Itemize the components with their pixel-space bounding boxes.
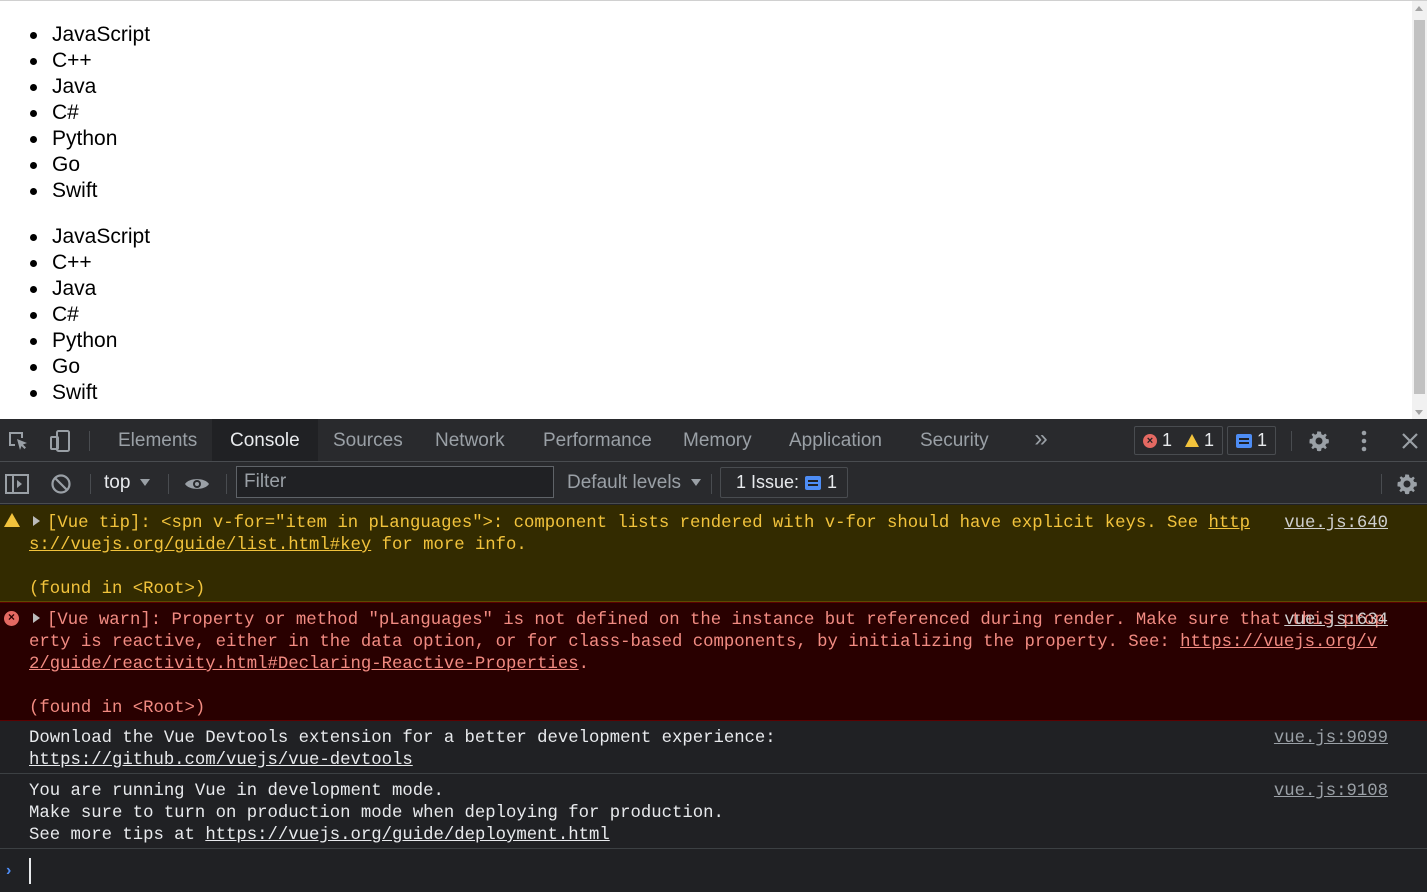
expand-triangle-icon[interactable] bbox=[33, 516, 40, 526]
list-item: Swift bbox=[30, 380, 150, 406]
toolbar-divider bbox=[711, 474, 712, 494]
toolbar-divider bbox=[168, 474, 169, 494]
tab-application[interactable]: Application bbox=[771, 419, 900, 461]
warning-icon bbox=[1185, 434, 1200, 447]
message-link[interactable]: https://github.com/vuejs/vue-devtools bbox=[29, 751, 413, 770]
tab-memory[interactable]: Memory bbox=[665, 419, 770, 461]
list-item: Go bbox=[30, 354, 150, 380]
error-warning-counter[interactable]: × 1 1 bbox=[1134, 426, 1224, 455]
toolbar-divider bbox=[89, 431, 90, 451]
list-item: C# bbox=[30, 302, 150, 328]
found-in-text: (found in <Root>) bbox=[29, 699, 206, 718]
list-item: C# bbox=[30, 100, 150, 126]
source-link[interactable]: vue.js:9108 bbox=[1274, 781, 1388, 803]
console-message-error[interactable]: × [Vue warn]: Property or method "pLangu… bbox=[0, 602, 1427, 721]
list-item: Swift bbox=[30, 178, 150, 204]
message-icon bbox=[1236, 433, 1252, 448]
issues-count: 1 bbox=[827, 472, 838, 492]
message-count: 1 bbox=[1257, 430, 1268, 450]
message-text: Download the Vue Devtools extension for … bbox=[29, 729, 776, 770]
issues-label: 1 Issue: bbox=[736, 472, 800, 492]
language-list-1: JavaScript C++ Java C# Python Go Swift bbox=[30, 22, 150, 204]
console-message-warning[interactable]: [Vue tip]: <spn v-for="item in pLanguage… bbox=[0, 505, 1427, 602]
console-message-info[interactable]: You are running Vue in development mode.… bbox=[0, 774, 1427, 849]
list-item: Python bbox=[30, 328, 150, 354]
log-levels-label: Default levels bbox=[567, 472, 682, 493]
error-icon: × bbox=[4, 611, 19, 626]
close-icon[interactable] bbox=[1393, 419, 1427, 462]
list-item: C++ bbox=[30, 48, 150, 74]
live-expression-eye-icon[interactable] bbox=[180, 462, 214, 505]
console-prompt[interactable]: › bbox=[0, 850, 1427, 892]
list-item: Java bbox=[30, 74, 150, 100]
clear-console-icon[interactable] bbox=[44, 462, 78, 505]
messages-counter[interactable]: 1 bbox=[1227, 426, 1277, 455]
devtools-panel: Elements Console Sources Network Perform… bbox=[0, 419, 1427, 892]
chevron-down-icon bbox=[140, 479, 151, 487]
message-text: [Vue tip]: <spn v-for="item in pLanguage… bbox=[29, 514, 1250, 555]
toolbar-divider bbox=[1381, 474, 1382, 494]
message-link[interactable]: https://vuejs.org/guide/deployment.html bbox=[205, 826, 609, 845]
console-message-info[interactable]: Download the Vue Devtools extension for … bbox=[0, 721, 1427, 774]
tab-elements[interactable]: Elements bbox=[100, 419, 215, 461]
context-selector[interactable]: top bbox=[104, 462, 151, 504]
sidebar-toggle-icon[interactable] bbox=[0, 462, 34, 505]
toolbar-divider bbox=[1291, 431, 1292, 451]
page-viewport: JavaScript C++ Java C# Python Go Swift J… bbox=[0, 0, 1427, 419]
prompt-chevron-icon: › bbox=[6, 862, 12, 879]
warning-icon bbox=[4, 513, 20, 527]
tab-network[interactable]: Network bbox=[417, 419, 523, 461]
list-item: Go bbox=[30, 152, 150, 178]
devtools-tab-bar: Elements Console Sources Network Perform… bbox=[0, 419, 1427, 462]
tab-sources[interactable]: Sources bbox=[315, 419, 421, 461]
more-options-icon[interactable] bbox=[1347, 419, 1381, 462]
device-toolbar-icon[interactable] bbox=[43, 419, 77, 462]
toolbar-divider bbox=[90, 474, 91, 494]
list-item: Python bbox=[30, 126, 150, 152]
console-settings-gear-icon[interactable] bbox=[1390, 462, 1424, 505]
error-count: 1 bbox=[1162, 430, 1173, 450]
list-item: JavaScript bbox=[30, 224, 150, 250]
scroll-down-arrow-icon[interactable] bbox=[1415, 410, 1423, 415]
message-text: [Vue warn]: Property or method "pLanguag… bbox=[29, 611, 1385, 674]
console-toolbar: top Default levels 1 Issue: 1 bbox=[0, 462, 1427, 504]
context-label: top bbox=[104, 472, 131, 493]
toolbar-divider bbox=[226, 474, 227, 494]
source-link[interactable]: vue.js:634 bbox=[1284, 610, 1388, 632]
tab-security[interactable]: Security bbox=[902, 419, 1007, 461]
tab-performance[interactable]: Performance bbox=[525, 419, 670, 461]
error-icon: × bbox=[1143, 433, 1157, 448]
more-tabs-button[interactable]: » bbox=[1024, 419, 1058, 461]
language-list-2: JavaScript C++ Java C# Python Go Swift bbox=[30, 224, 150, 406]
console-input[interactable] bbox=[29, 858, 1409, 884]
settings-gear-icon[interactable] bbox=[1302, 419, 1336, 462]
issues-button[interactable]: 1 Issue: 1 bbox=[720, 467, 849, 498]
scrollbar-thumb[interactable] bbox=[1414, 20, 1425, 394]
inspect-element-icon[interactable] bbox=[1, 419, 35, 462]
page-scrollbar[interactable] bbox=[1412, 1, 1427, 419]
found-in-text: (found in <Root>) bbox=[29, 580, 206, 599]
list-item: C++ bbox=[30, 250, 150, 276]
filter-input[interactable] bbox=[236, 466, 554, 498]
log-levels-dropdown[interactable]: Default levels bbox=[567, 462, 702, 504]
list-item: Java bbox=[30, 276, 150, 302]
warning-count: 1 bbox=[1204, 430, 1215, 450]
message-text: You are running Vue in development mode.… bbox=[29, 782, 724, 845]
list-item: JavaScript bbox=[30, 22, 150, 48]
scroll-up-arrow-icon[interactable] bbox=[1415, 6, 1423, 11]
source-link[interactable]: vue.js:640 bbox=[1284, 513, 1388, 535]
source-link[interactable]: vue.js:9099 bbox=[1274, 728, 1388, 750]
chevron-down-icon bbox=[691, 479, 702, 487]
tab-console[interactable]: Console bbox=[212, 419, 318, 461]
issue-message-icon bbox=[805, 475, 822, 490]
expand-triangle-icon[interactable] bbox=[33, 613, 40, 623]
